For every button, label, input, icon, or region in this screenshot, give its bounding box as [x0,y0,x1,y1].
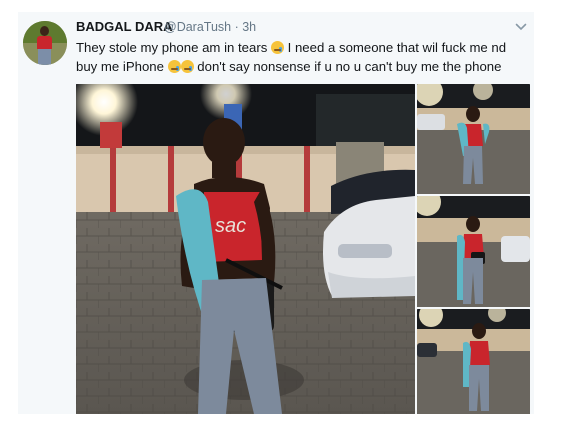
tweet-photo-4[interactable] [417,309,530,414]
crying-face-icon [167,60,181,73]
tweet-photo-2[interactable] [417,84,530,194]
author-handle-time[interactable]: @DaraTush · 3h [164,20,256,34]
chevron-down-icon[interactable] [515,22,527,32]
tweet-photo-main[interactable]: sac [76,84,415,414]
loudly-crying-face-icon [270,41,284,54]
tweet-text-part: don't say nonsense if u no u can't buy m… [193,59,502,74]
shirt-print-text: sac [215,215,246,237]
author-name[interactable]: BADGAL DARA [76,19,173,34]
tweet-text: They stole my phone am in tears I need a… [76,38,524,76]
crying-face-icon [180,60,194,73]
author-avatar[interactable] [23,21,67,65]
tweet-photo-3[interactable] [417,196,530,307]
tweet-text-part: They stole my phone am in tears [76,40,271,55]
